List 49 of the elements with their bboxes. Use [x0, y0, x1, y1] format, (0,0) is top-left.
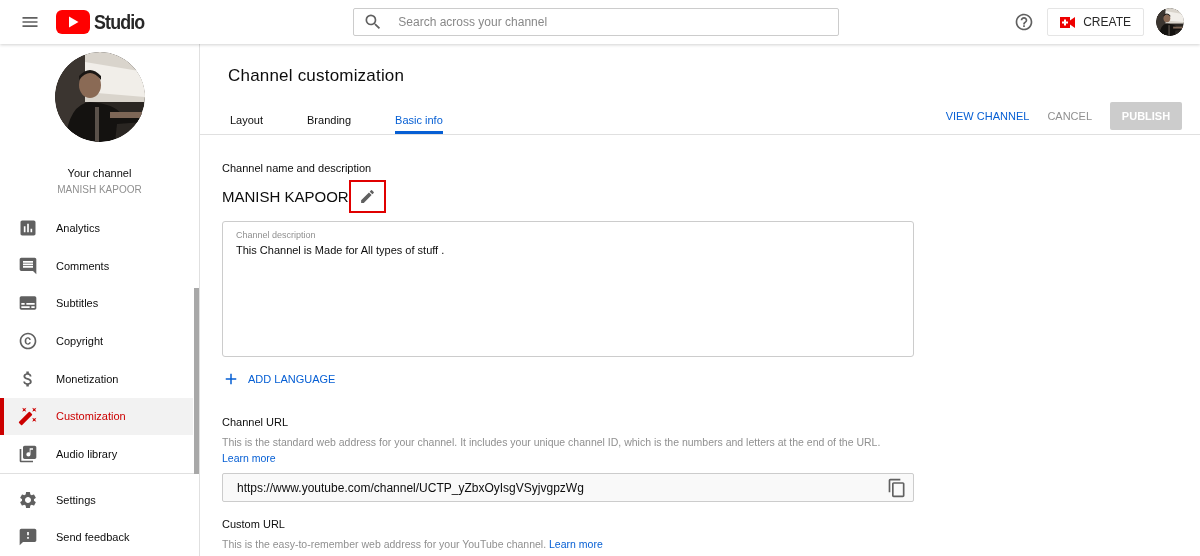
nav-item[interactable]: Analytics	[0, 209, 193, 248]
help-button[interactable]	[1014, 12, 1035, 32]
create-button[interactable]: CREATE	[1047, 8, 1144, 36]
field-label: Channel description	[236, 230, 317, 240]
section-heading: Channel name and description	[222, 162, 373, 174]
channel-label: Your channel	[67, 167, 132, 179]
channel-name: MANISH KAPOOR	[222, 187, 349, 205]
section-heading: Channel URL	[222, 416, 290, 428]
help-icon	[1014, 12, 1035, 32]
nav-item[interactable]: Comments	[0, 247, 193, 285]
edit-button[interactable]	[348, 179, 386, 213]
magic-wand-icon	[18, 406, 38, 427]
nav-item[interactable]: Subtitles	[0, 284, 193, 323]
section-description: This is the easy-to-remember web address for your YouTube channel. Learn more	[222, 537, 604, 552]
page-title: Channel customization	[228, 66, 406, 86]
nav-item[interactable]: Settings	[0, 480, 193, 519]
nav-item[interactable]: Copyright	[0, 322, 193, 360]
tab[interactable]: Layout	[230, 104, 264, 134]
description-field[interactable]: Channel description This Channel is Made for All types of stuff .	[222, 221, 914, 357]
copy-icon	[887, 477, 907, 498]
section-description: This is the standard web address for your channel. It includes your unique channel ID, which is the numbers and letters at the end of the URL. Learn more	[222, 435, 882, 466]
add-language-button[interactable]: ADD LANGUAGE	[222, 370, 336, 388]
logo-text: Studio	[94, 10, 145, 34]
tab[interactable]: Branding	[307, 104, 352, 134]
pencil-icon	[358, 187, 376, 205]
settings-icon	[18, 489, 38, 510]
section-heading: Custom URL	[222, 518, 286, 530]
avatar-button[interactable]	[1156, 8, 1184, 36]
nav-item[interactable]: Customization	[0, 397, 193, 436]
scrollbar[interactable]	[194, 288, 199, 474]
url-value: https://www.youtube.com/channel/UCTP_yZbxOyIsgVSyjvgpzWg	[237, 480, 584, 495]
field-value: This Channel is Made for All types of stuff .	[236, 244, 446, 256]
nav-item[interactable]: Send feedback	[0, 518, 193, 556]
video-camera-plus-icon	[1060, 16, 1076, 28]
copy-button[interactable]	[887, 477, 907, 498]
comment-icon	[18, 255, 38, 276]
copyright-icon	[18, 331, 38, 352]
learn-more-link[interactable]: Learn more	[222, 452, 276, 464]
tab[interactable]: Basic info	[395, 104, 443, 134]
channel-name: MANISH KAPOOR	[57, 184, 142, 195]
play-logo-icon	[56, 10, 90, 34]
url-field[interactable]: https://www.youtube.com/channel/UCTP_yZbxOyIsgVSyjvgpzWg	[222, 473, 914, 502]
learn-more-link[interactable]: Learn more	[549, 538, 603, 550]
nav-item[interactable]: Monetization	[0, 359, 193, 398]
music-library-icon	[18, 443, 38, 464]
bar-chart-icon	[18, 218, 38, 239]
search-field[interactable]: Search across your channel	[353, 8, 840, 36]
view-channel-link[interactable]: VIEW CHANNEL	[945, 109, 1030, 122]
nav-item[interactable]: Audio library	[0, 435, 193, 473]
